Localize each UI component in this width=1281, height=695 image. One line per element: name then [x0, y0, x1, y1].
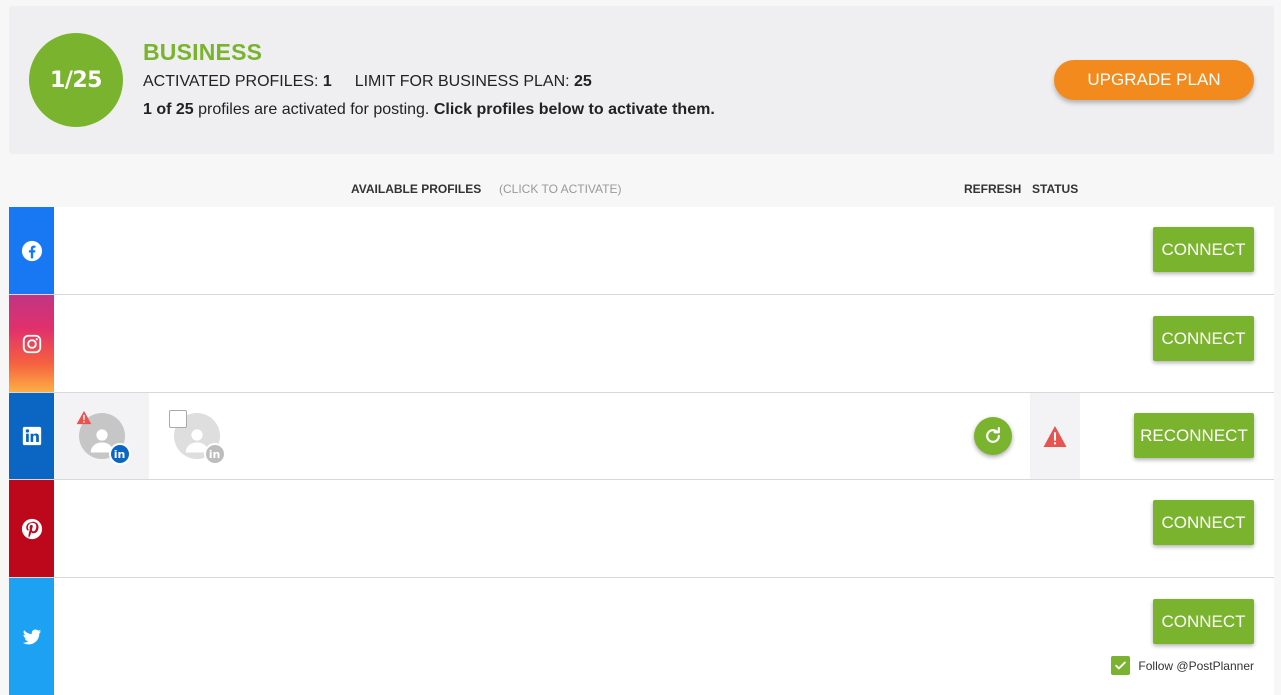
plan-stats: ACTIVATED PROFILES: 1 LIMIT FOR BUSINESS… [143, 73, 592, 91]
twitter-connect-button[interactable]: CONNECT [1153, 599, 1254, 644]
status-header: STATUS [1032, 182, 1079, 196]
follow-postplanner-option[interactable]: Follow @PostPlanner [1111, 656, 1254, 675]
instagram-icon [9, 295, 54, 392]
linkedin-badge-icon: in [108, 443, 131, 465]
plan-limit-label: LIMIT FOR BUSINESS PLAN: [354, 73, 570, 90]
refresh-header: REFRESH [964, 182, 1022, 196]
pinterest-connect-button[interactable]: CONNECT [1153, 500, 1254, 545]
linkedin-profile-active[interactable]: in [54, 393, 149, 479]
plan-summary: 1 of 25 profiles are activated for posti… [143, 101, 715, 119]
summary-cta: Click profiles below to activate them. [433, 101, 715, 118]
refresh-icon [986, 427, 1000, 443]
twitter-icon [9, 578, 54, 695]
follow-label: Follow @PostPlanner [1138, 658, 1254, 673]
warning-icon [1043, 425, 1067, 447]
warning-icon [76, 410, 92, 430]
available-profiles-header: AVAILABLE PROFILES [351, 182, 482, 196]
network-row-twitter: CONNECT Follow @PostPlanner [9, 578, 1274, 695]
network-row-instagram: CONNECT [9, 295, 1274, 393]
facebook-connect-button[interactable]: CONNECT [1153, 227, 1254, 272]
refresh-button[interactable] [974, 417, 1012, 455]
activated-profiles-value: 1 [322, 73, 332, 90]
network-list: CONNECT CONNECT in in RECONNECT CONNECT … [9, 207, 1274, 695]
follow-checkbox[interactable] [1111, 656, 1131, 675]
plan-limit-value: 25 [574, 73, 592, 90]
status-cell [1030, 393, 1080, 479]
check-icon [1115, 661, 1127, 670]
upgrade-plan-button[interactable]: UPGRADE PLAN [1054, 60, 1254, 100]
summary-text: profiles are activated for posting. [193, 101, 434, 118]
plan-usage-badge: 1/25 [29, 33, 123, 127]
facebook-icon [9, 207, 54, 294]
activated-profiles-label: ACTIVATED PROFILES: [143, 73, 319, 90]
linkedin-profile-inactive[interactable]: in [149, 393, 244, 479]
network-row-facebook: CONNECT [9, 207, 1274, 295]
instagram-connect-button[interactable]: CONNECT [1153, 316, 1254, 361]
avatar: in [168, 410, 226, 465]
network-row-pinterest: CONNECT [9, 480, 1274, 578]
pinterest-icon [9, 480, 54, 577]
click-to-activate-hint: (CLICK TO ACTIVATE) [499, 182, 622, 196]
linkedin-reconnect-button[interactable]: RECONNECT [1134, 413, 1254, 458]
network-row-linkedin: in in RECONNECT [9, 393, 1274, 480]
avatar: in [76, 410, 131, 465]
plan-name: BUSINESS [143, 39, 263, 65]
plan-summary-card: 1/25 BUSINESS ACTIVATED PROFILES: 1 LIMI… [9, 6, 1274, 154]
activate-checkbox[interactable] [168, 410, 187, 428]
linkedin-icon [9, 393, 54, 479]
linkedin-badge-icon: in [203, 443, 226, 465]
summary-count: 1 of 25 [143, 101, 194, 118]
